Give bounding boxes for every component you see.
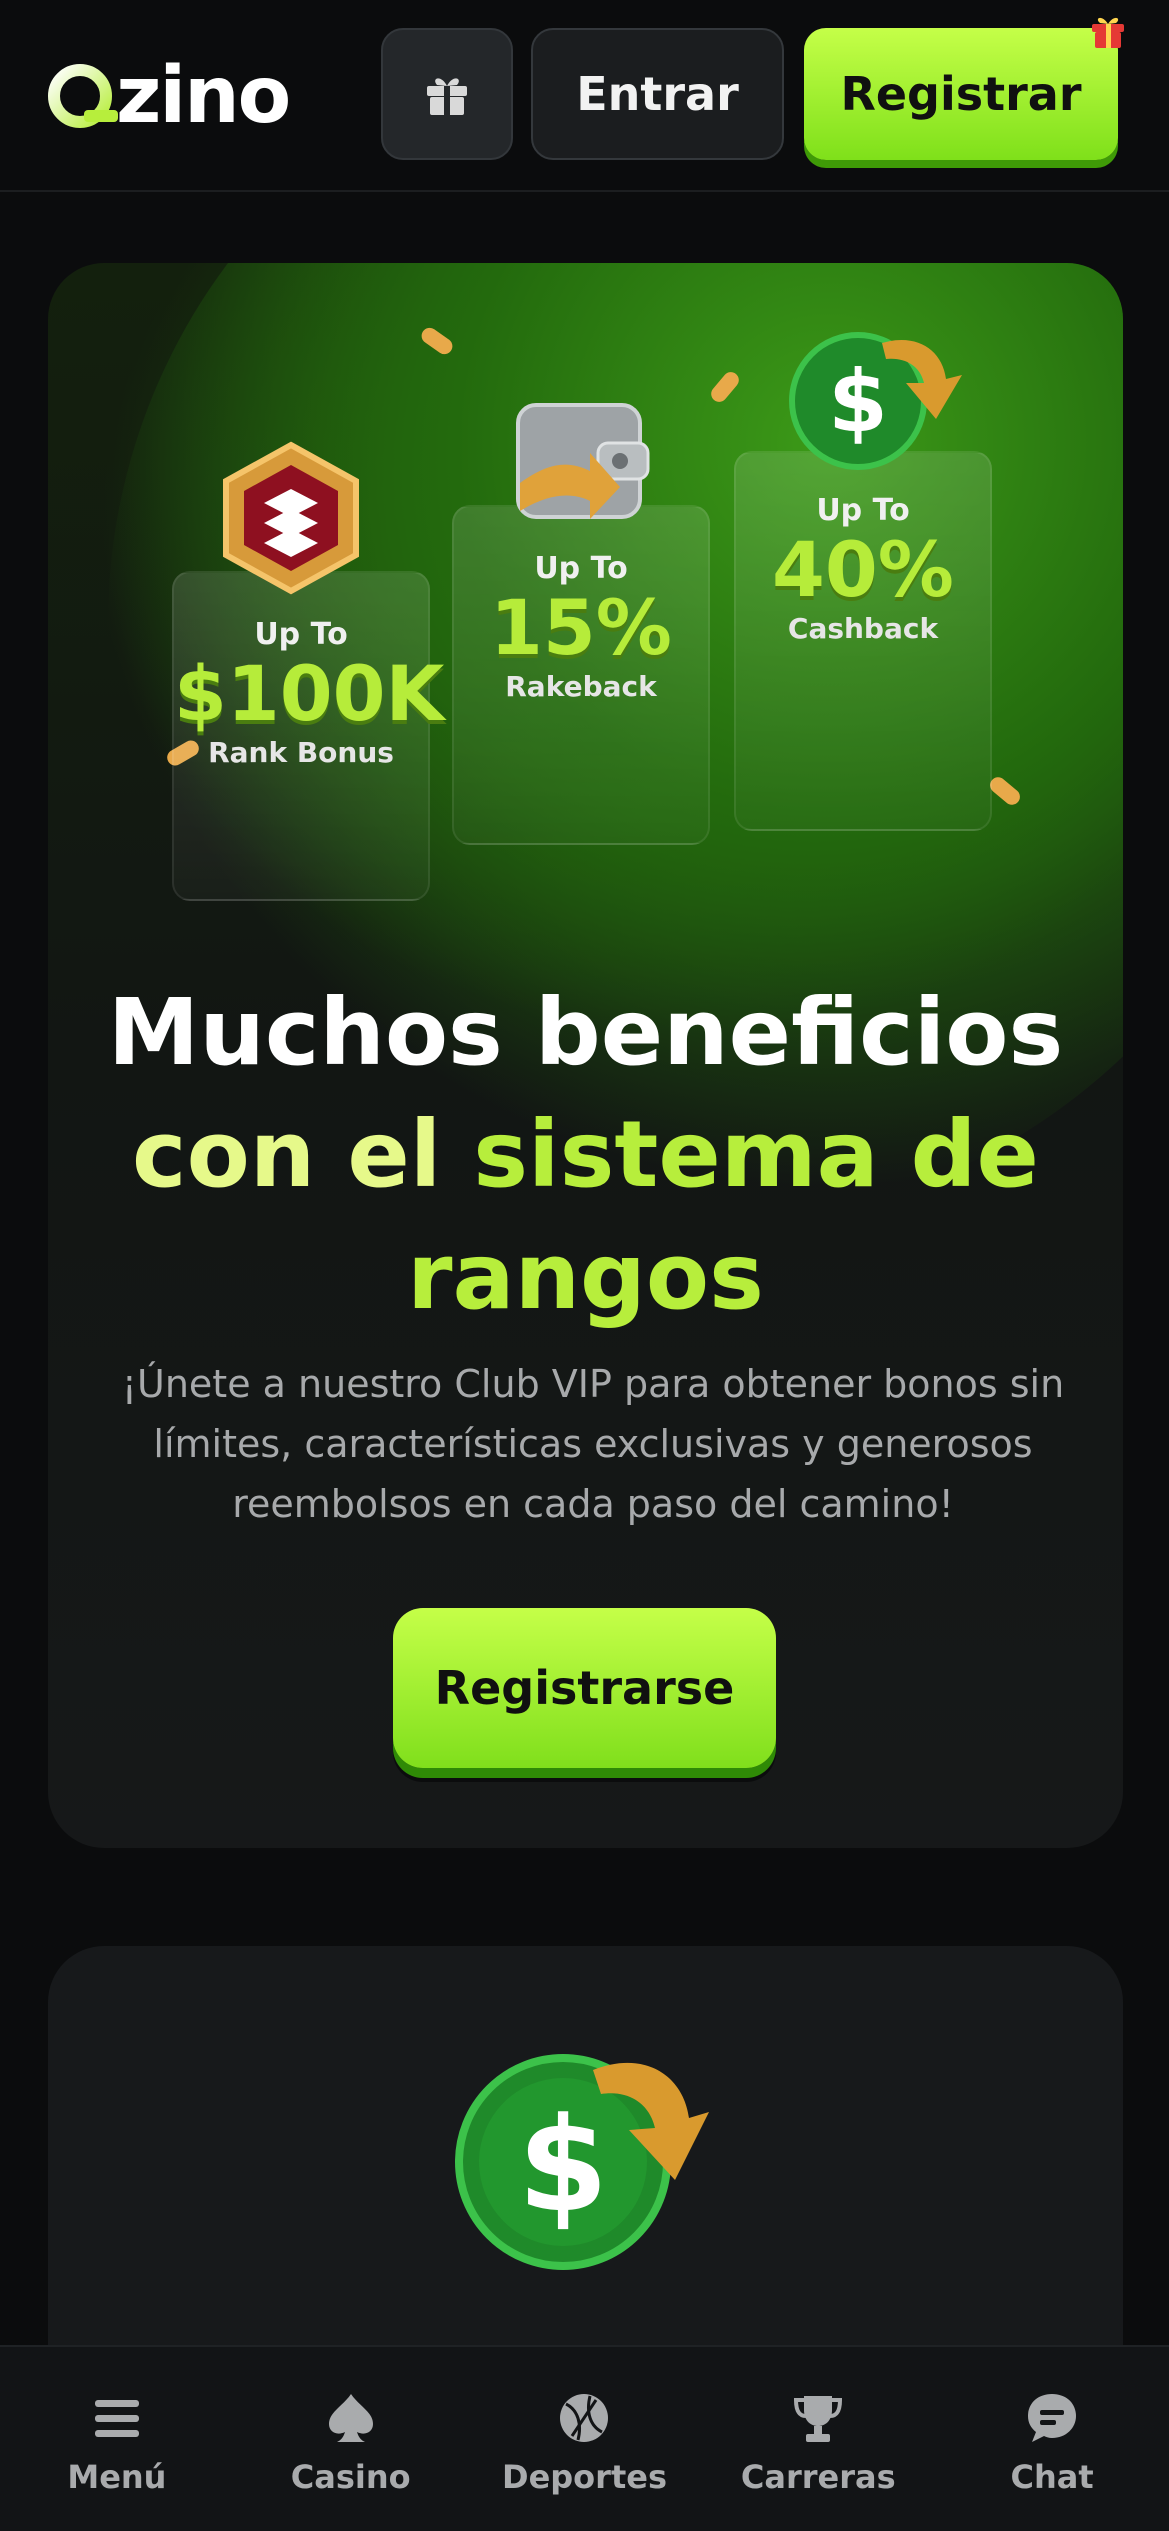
spade-icon: [328, 2394, 373, 2442]
login-button[interactable]: Entrar: [531, 28, 784, 160]
basketball-icon: [560, 2394, 609, 2442]
logo-text: zino: [116, 51, 291, 141]
nav-casino[interactable]: Casino: [234, 2347, 468, 2531]
vip-promo-card: Up To $100K Rank Bonus Up To 15% Rakebac…: [48, 263, 1123, 1848]
nav-chat[interactable]: Chat: [935, 2347, 1169, 2531]
headline-line3: rangos: [407, 1223, 764, 1330]
cashback-coin-icon: $: [455, 2054, 709, 2270]
register-button[interactable]: Registrar: [804, 17, 1124, 160]
promo-headline: Muchos beneficios con el sistema de rang…: [48, 972, 1123, 1338]
promo-description: ¡Únete a nuestro Club VIP para obtener b…: [121, 1362, 1065, 1526]
nav-label: Chat: [1010, 2458, 1094, 2496]
panel-label: Cashback: [787, 612, 939, 645]
nav-menu[interactable]: Menú: [0, 2347, 234, 2531]
chat-icon: [1028, 2394, 1077, 2442]
headline-line2-part1: con el: [132, 1101, 474, 1208]
svg-text:$: $: [828, 352, 888, 452]
menu-icon: [94, 2400, 139, 2437]
signup-button[interactable]: Registrarse: [393, 1608, 776, 1768]
rakeback-panel: Up To 15% Rakeback: [452, 505, 710, 845]
wallet-icon: [516, 403, 650, 519]
gift-badge-icon: [1092, 17, 1124, 48]
panel-upto: Up To: [816, 493, 910, 528]
nav-label: Deportes: [502, 2458, 667, 2496]
svg-text:$: $: [518, 2089, 608, 2241]
panel-value: 40%: [772, 525, 954, 614]
cashback-coin-icon: $: [789, 332, 962, 470]
cashback-panel: Up To 40% Cashback: [734, 451, 992, 831]
rank-bonus-panel: Up To $100K Rank Bonus: [172, 571, 445, 901]
nav-races[interactable]: Carreras: [701, 2347, 935, 2531]
headline-line2-part2: sistema de: [473, 1101, 1039, 1208]
panel-value: $100K: [174, 649, 445, 738]
nav-label: Carreras: [740, 2458, 896, 2496]
bottom-navigation: Menú Casino Deportes Carreras Chat: [0, 2345, 1169, 2531]
register-label: Registrar: [840, 67, 1082, 121]
logo-q-icon: [46, 60, 118, 132]
gift-icon: [427, 78, 467, 115]
top-header: zino Entrar Registrar: [0, 0, 1169, 192]
gift-button[interactable]: [381, 28, 513, 160]
panel-label: Rank Bonus: [208, 736, 394, 769]
panel-upto: Up To: [534, 551, 628, 586]
panel-upto: Up To: [254, 617, 348, 652]
nav-label: Menú: [67, 2458, 167, 2496]
rank-badge-icon: [223, 441, 359, 595]
panel-label: Rakeback: [505, 670, 657, 703]
headline-line1: Muchos beneficios: [107, 979, 1064, 1086]
nav-sports[interactable]: Deportes: [468, 2347, 702, 2531]
qzino-logo[interactable]: zino: [46, 51, 291, 141]
nav-label: Casino: [290, 2458, 411, 2496]
panel-value: 15%: [490, 583, 672, 672]
trophy-icon: [794, 2396, 843, 2442]
headline-line2: con el sistema de: [48, 1094, 1123, 1216]
